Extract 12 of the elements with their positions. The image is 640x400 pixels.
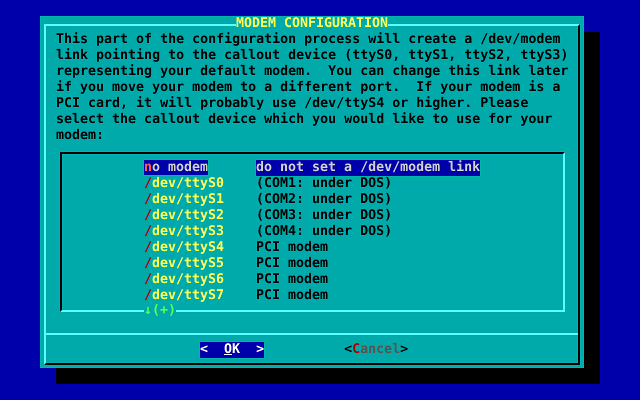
message-text: This part of the configuration process will create a /dev/modem link pointing to the callout device (ttyS0, ttyS1, ttyS2, ttyS3) representing your default modem. You can change this link later if you move your modem to a different port. If your modem is a PCI card, it will probably use /dev/ttyS4 or higher. Please select the callout device which you would like to use for your modem: [56, 32, 570, 144]
dialog-button[interactable]: < OK > [200, 342, 264, 358]
dialog-button[interactable]: <Cancel> [344, 342, 408, 358]
menu-item[interactable]: /dev/ttyS6 PCI modem [144, 272, 563, 288]
menu-item[interactable]: /dev/ttyS5 PCI modem [144, 256, 563, 272]
menu-item[interactable]: /dev/ttyS2 (COM3: under DOS) [144, 208, 563, 224]
menu-item[interactable]: /dev/ttyS4 PCI modem [144, 240, 563, 256]
menu-item[interactable]: /dev/ttyS7 PCI modem [144, 288, 563, 304]
scroll-indicator: ↓(+) [144, 303, 176, 319]
menu-item[interactable]: /dev/ttyS3 (COM4: under DOS) [144, 224, 563, 240]
menu-item[interactable]: /dev/ttyS0 (COM1: under DOS) [144, 176, 563, 192]
menu-item[interactable]: /dev/ttyS1 (COM2: under DOS) [144, 192, 563, 208]
